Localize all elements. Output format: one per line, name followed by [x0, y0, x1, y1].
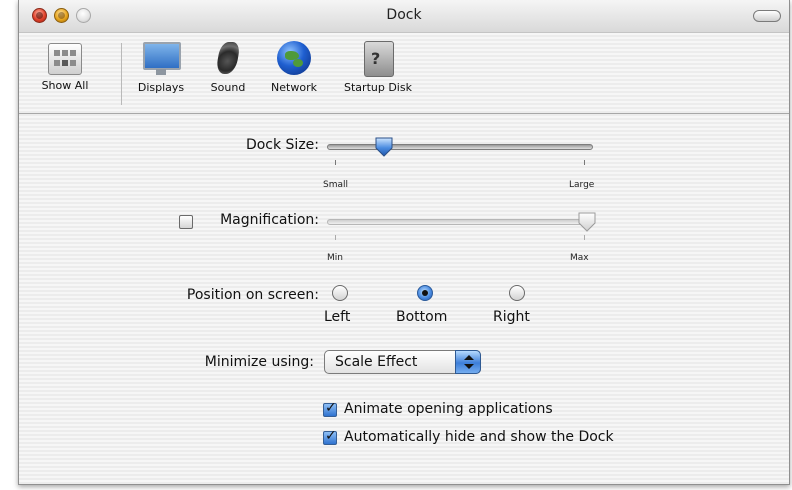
- toolbar-toggle-button[interactable]: [753, 10, 781, 22]
- displays-icon: [141, 39, 181, 77]
- toolbar-separator: [121, 43, 122, 105]
- toolbar-item-label: Show All: [41, 79, 89, 92]
- toolbar: Show All Displays Sound Network ? Startu…: [19, 33, 789, 114]
- toolbar-item-sound[interactable]: Sound: [201, 39, 255, 94]
- position-right-label: Right: [493, 309, 530, 325]
- magnification-slider[interactable]: [327, 219, 593, 225]
- dock-size-label: Dock Size:: [245, 137, 319, 153]
- magnification-max-label: Max: [570, 253, 589, 263]
- dock-size-slider-thumb[interactable]: [374, 136, 394, 157]
- slider-tick: [584, 160, 585, 165]
- position-on-screen-label: Position on screen:: [186, 287, 319, 303]
- toolbar-item-displays[interactable]: Displays: [129, 39, 193, 94]
- minimize-effect-value: Scale Effect: [335, 354, 418, 370]
- magnification-slider-thumb[interactable]: [577, 211, 597, 232]
- popup-arrows-icon: [455, 350, 481, 374]
- minimize-using-label: Minimize using:: [204, 354, 314, 370]
- toolbar-item-label: Sound: [210, 81, 246, 94]
- minimize-effect-popup[interactable]: Scale Effect: [324, 350, 481, 374]
- slider-tick: [335, 160, 336, 165]
- autohide-dock-checkbox[interactable]: [323, 428, 337, 445]
- position-bottom-radio[interactable]: [417, 285, 433, 301]
- slider-tick: [584, 235, 585, 240]
- dock-preferences-window: Dock Show All Displays Sound Network ? S…: [18, 0, 790, 485]
- position-right-radio[interactable]: [509, 285, 525, 301]
- animate-opening-checkbox[interactable]: [323, 400, 337, 417]
- animate-opening-label: Animate opening applications: [344, 401, 553, 417]
- toolbar-item-show-all[interactable]: Show All: [37, 39, 93, 92]
- toolbar-item-label: Startup Disk: [344, 81, 412, 94]
- toolbar-item-label: Displays: [137, 81, 185, 94]
- toolbar-item-startup-disk[interactable]: ? Startup Disk: [333, 39, 423, 94]
- position-left-label: Left: [324, 309, 351, 325]
- sound-icon: [209, 39, 247, 77]
- network-icon: [275, 39, 313, 77]
- dock-size-slider[interactable]: [327, 144, 593, 150]
- dock-size-min-label: Small: [323, 180, 348, 190]
- toolbar-item-label: Network: [271, 81, 317, 94]
- autohide-dock-label: Automatically hide and show the Dock: [344, 429, 614, 445]
- title-bar[interactable]: Dock: [19, 0, 789, 33]
- position-bottom-label: Bottom: [396, 309, 448, 325]
- dock-size-max-label: Large: [569, 180, 595, 190]
- magnification-checkbox[interactable]: [179, 215, 193, 229]
- window-title: Dock: [386, 7, 422, 23]
- magnification-label: Magnification:: [220, 212, 319, 228]
- magnification-min-label: Min: [327, 253, 343, 263]
- toolbar-item-network[interactable]: Network: [262, 39, 326, 94]
- slider-tick: [335, 235, 336, 240]
- position-left-radio[interactable]: [332, 285, 348, 301]
- startup-disk-icon: ?: [359, 39, 397, 77]
- preferences-pane: Dock Size: Small Large Magnification: Mi…: [19, 114, 789, 484]
- show-all-icon: [48, 43, 82, 75]
